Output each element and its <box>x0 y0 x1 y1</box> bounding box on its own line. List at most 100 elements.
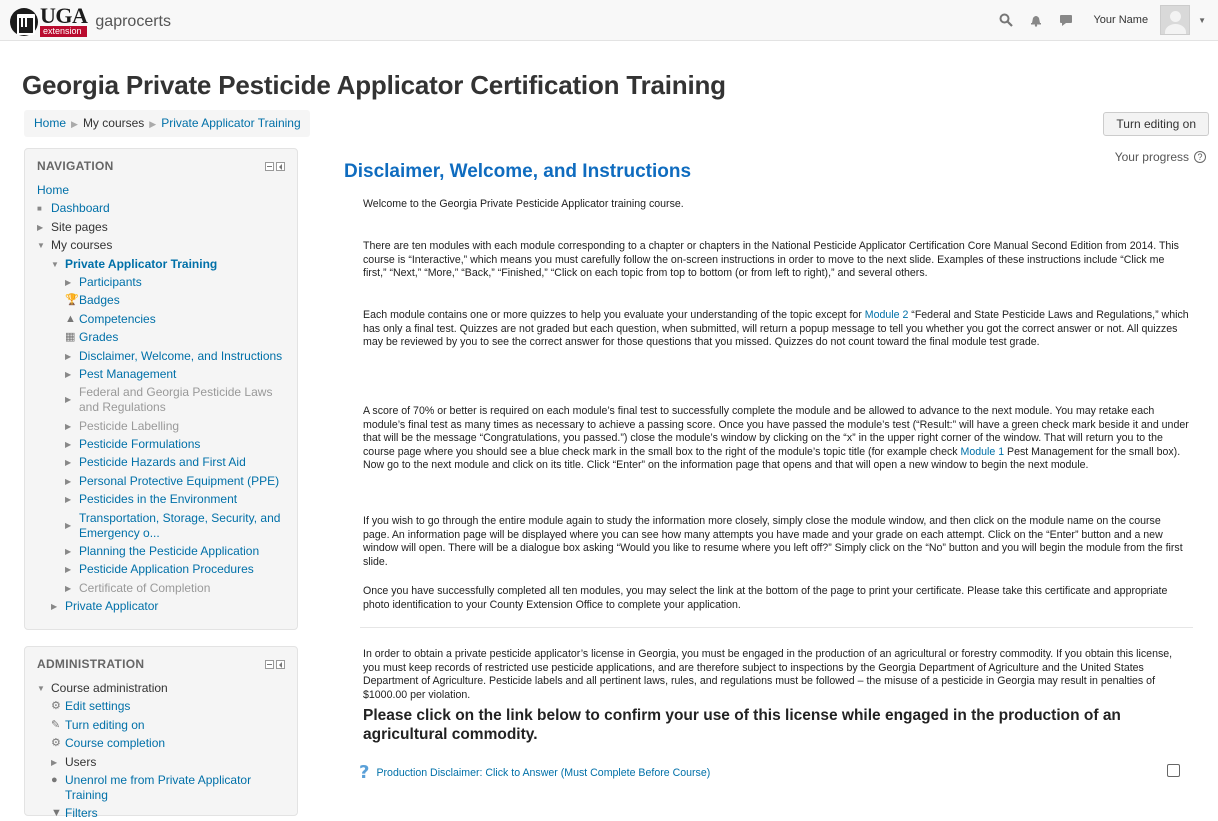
messages-icon[interactable] <box>1051 5 1081 35</box>
block-title: NAVIGATION <box>37 159 114 173</box>
nav-item-grades[interactable]: ▦ Grades <box>37 330 285 345</box>
welcome-text: Welcome to the Georgia Private Pesticide… <box>363 198 684 210</box>
module-1-link[interactable]: Module 1 <box>961 446 1005 458</box>
breadcrumb: Home ▶ My courses ▶ Private Applicator Train… <box>24 110 310 137</box>
completion-checkbox[interactable] <box>1167 764 1180 777</box>
admin-item-unenrol[interactable]: ● Unenrol me from Private Applicator Trai… <box>37 773 285 803</box>
chevron-right-icon[interactable]: ▶ <box>65 275 79 290</box>
nav-item-private-applicator[interactable]: ▶ Private Applicator <box>37 599 285 614</box>
pencil-icon: ✎ <box>51 718 61 731</box>
breadcrumb-home[interactable]: Home <box>34 116 66 130</box>
filter-icon: ▼ <box>51 807 62 820</box>
nav-item-my-courses[interactable]: ▼ My courses <box>37 238 285 253</box>
divider <box>360 627 1193 628</box>
nav-item-topic[interactable]: ▶ Pesticide Formulations <box>37 437 285 452</box>
administration-block: ADMINISTRATION ▼ Course administration ⚙ E… <box>24 646 298 820</box>
quizzes-paragraph: Each module contains one or more quizzes… <box>363 309 1189 349</box>
nav-item-site-pages[interactable]: ▶ Site pages <box>37 220 285 235</box>
uga-seal-icon <box>10 8 38 36</box>
dock-block-icon[interactable] <box>276 659 285 669</box>
bullet-icon: ■ <box>37 204 42 214</box>
retake-paragraph: If you wish to go through the entire mod… <box>363 515 1183 568</box>
admin-item-course-completion[interactable]: ⚙ Course completion <box>37 736 285 751</box>
trophy-icon: 🏆 <box>65 294 79 307</box>
chevron-down-icon[interactable]: ▼ <box>37 681 51 696</box>
admin-item-filters[interactable]: ▼ Filters <box>37 806 285 821</box>
chevron-right-icon[interactable]: ▶ <box>65 385 79 407</box>
breadcrumb-separator-icon: ▶ <box>149 119 157 129</box>
nav-item-topic[interactable]: ▶ Personal Protective Equipment (PPE) <box>37 474 285 489</box>
module-2-link[interactable]: Module 2 <box>865 309 909 321</box>
nav-item-competencies[interactable]: ▲ Competencies <box>37 312 285 327</box>
chevron-down-icon[interactable]: ▼ <box>1198 16 1206 25</box>
search-icon[interactable] <box>991 5 1021 35</box>
chevron-right-icon[interactable]: ▶ <box>65 419 79 434</box>
navigation-block: NAVIGATION Home ■ Dashboard ▶ Site pages ▼… <box>24 148 298 630</box>
progress-label: Your progress <box>1114 150 1189 164</box>
site-name[interactable]: gaprocerts <box>95 13 171 31</box>
chevron-right-icon[interactable]: ▶ <box>65 562 79 577</box>
competencies-icon: ▲ <box>65 312 76 325</box>
confirm-heading: Please click on the link below to confir… <box>363 707 1121 743</box>
chevron-right-icon[interactable]: ▶ <box>65 437 79 452</box>
chevron-down-icon[interactable]: ▼ <box>51 257 65 272</box>
avatar[interactable] <box>1160 5 1191 35</box>
table-icon: ▦ <box>65 331 76 344</box>
top-navbar: UGA extension gaprocerts Your Name ▼ <box>0 0 1218 41</box>
administration-tree: ▼ Course administration ⚙ Edit settings ✎ T… <box>37 681 285 821</box>
admin-item-edit-settings[interactable]: ⚙ Edit settings <box>37 699 285 714</box>
nav-item-home[interactable]: Home <box>37 183 285 198</box>
admin-item-turn-editing-on[interactable]: ✎ Turn editing on <box>37 718 285 733</box>
chevron-right-icon[interactable]: ▶ <box>65 367 79 382</box>
turn-editing-on-button[interactable]: Turn editing on <box>1103 112 1209 136</box>
admin-item-course-administration[interactable]: ▼ Course administration <box>37 681 285 696</box>
scoring-paragraph: A score of 70% or better is required on … <box>363 405 1189 472</box>
navigation-tree: Home ■ Dashboard ▶ Site pages ▼ My courses … <box>37 183 285 614</box>
nav-item-topic[interactable]: ▶ Pesticide Labelling <box>37 419 285 434</box>
notifications-icon[interactable] <box>1021 5 1051 35</box>
production-disclaimer-link[interactable]: Production Disclaimer: Click to Answer (… <box>376 767 710 779</box>
block-title: ADMINISTRATION <box>37 657 145 671</box>
nav-item-topic[interactable]: ▶ Pesticide Hazards and First Aid <box>37 455 285 470</box>
nav-item-topic[interactable]: ▶ Certificate of Completion <box>37 581 285 596</box>
nav-item-topic[interactable]: ▶ Disclaimer, Welcome, and Instructions <box>37 349 285 364</box>
nav-item-topic[interactable]: ▶ Transportation, Storage, Security, and … <box>37 511 285 541</box>
chevron-right-icon[interactable]: ▶ <box>65 492 79 507</box>
modules-paragraph: There are ten modules with each module c… <box>363 240 1179 280</box>
nav-item-topic[interactable]: ▶ Federal and Georgia Pesticide Laws and … <box>37 385 285 415</box>
nav-item-course[interactable]: ▼ Private Applicator Training <box>37 257 285 272</box>
user-icon: ● <box>51 773 58 786</box>
breadcrumb-my-courses[interactable]: My courses <box>83 116 144 130</box>
nav-item-dashboard[interactable]: ■ Dashboard <box>37 201 285 216</box>
chevron-right-icon[interactable]: ▶ <box>65 511 79 533</box>
section-title: Disclaimer, Welcome, and Instructions <box>344 161 692 182</box>
help-icon[interactable]: ? <box>1194 151 1206 163</box>
gear-icon: ⚙ <box>51 700 61 713</box>
chevron-right-icon[interactable]: ▶ <box>65 544 79 559</box>
chevron-right-icon[interactable]: ▶ <box>65 349 79 364</box>
nav-item-participants[interactable]: ▶ Participants <box>37 275 285 290</box>
question-icon: ? <box>359 762 370 783</box>
chevron-right-icon[interactable]: ▶ <box>65 455 79 470</box>
chevron-right-icon[interactable]: ▶ <box>51 599 65 614</box>
user-name[interactable]: Your Name <box>1093 14 1148 26</box>
nav-item-topic[interactable]: ▶ Pesticides in the Environment <box>37 492 285 507</box>
chevron-right-icon[interactable]: ▶ <box>51 755 65 770</box>
nav-item-topic[interactable]: ▶ Planning the Pesticide Application <box>37 544 285 559</box>
production-disclaimer-activity[interactable]: ? Production Disclaimer: Click to Answer… <box>359 762 710 783</box>
nav-item-badges[interactable]: 🏆 Badges <box>37 293 285 308</box>
nav-item-topic[interactable]: ▶ Pesticide Application Procedures <box>37 562 285 577</box>
chevron-right-icon[interactable]: ▶ <box>65 474 79 489</box>
collapse-block-icon[interactable] <box>265 659 274 669</box>
nav-item-topic[interactable]: ▶ Pest Management <box>37 367 285 382</box>
chevron-right-icon[interactable]: ▶ <box>65 581 79 596</box>
chevron-right-icon[interactable]: ▶ <box>37 220 51 235</box>
brand[interactable]: UGA extension gaprocerts <box>10 5 171 38</box>
collapse-block-icon[interactable] <box>265 161 274 171</box>
certificate-paragraph: Once you have successfully completed all… <box>363 585 1168 611</box>
breadcrumb-current[interactable]: Private Applicator Training <box>161 116 300 130</box>
dock-block-icon[interactable] <box>276 161 285 171</box>
page-title: Georgia Private Pesticide Applicator Cer… <box>22 70 726 100</box>
chevron-down-icon[interactable]: ▼ <box>37 238 51 253</box>
admin-item-users[interactable]: ▶ Users <box>37 755 285 770</box>
